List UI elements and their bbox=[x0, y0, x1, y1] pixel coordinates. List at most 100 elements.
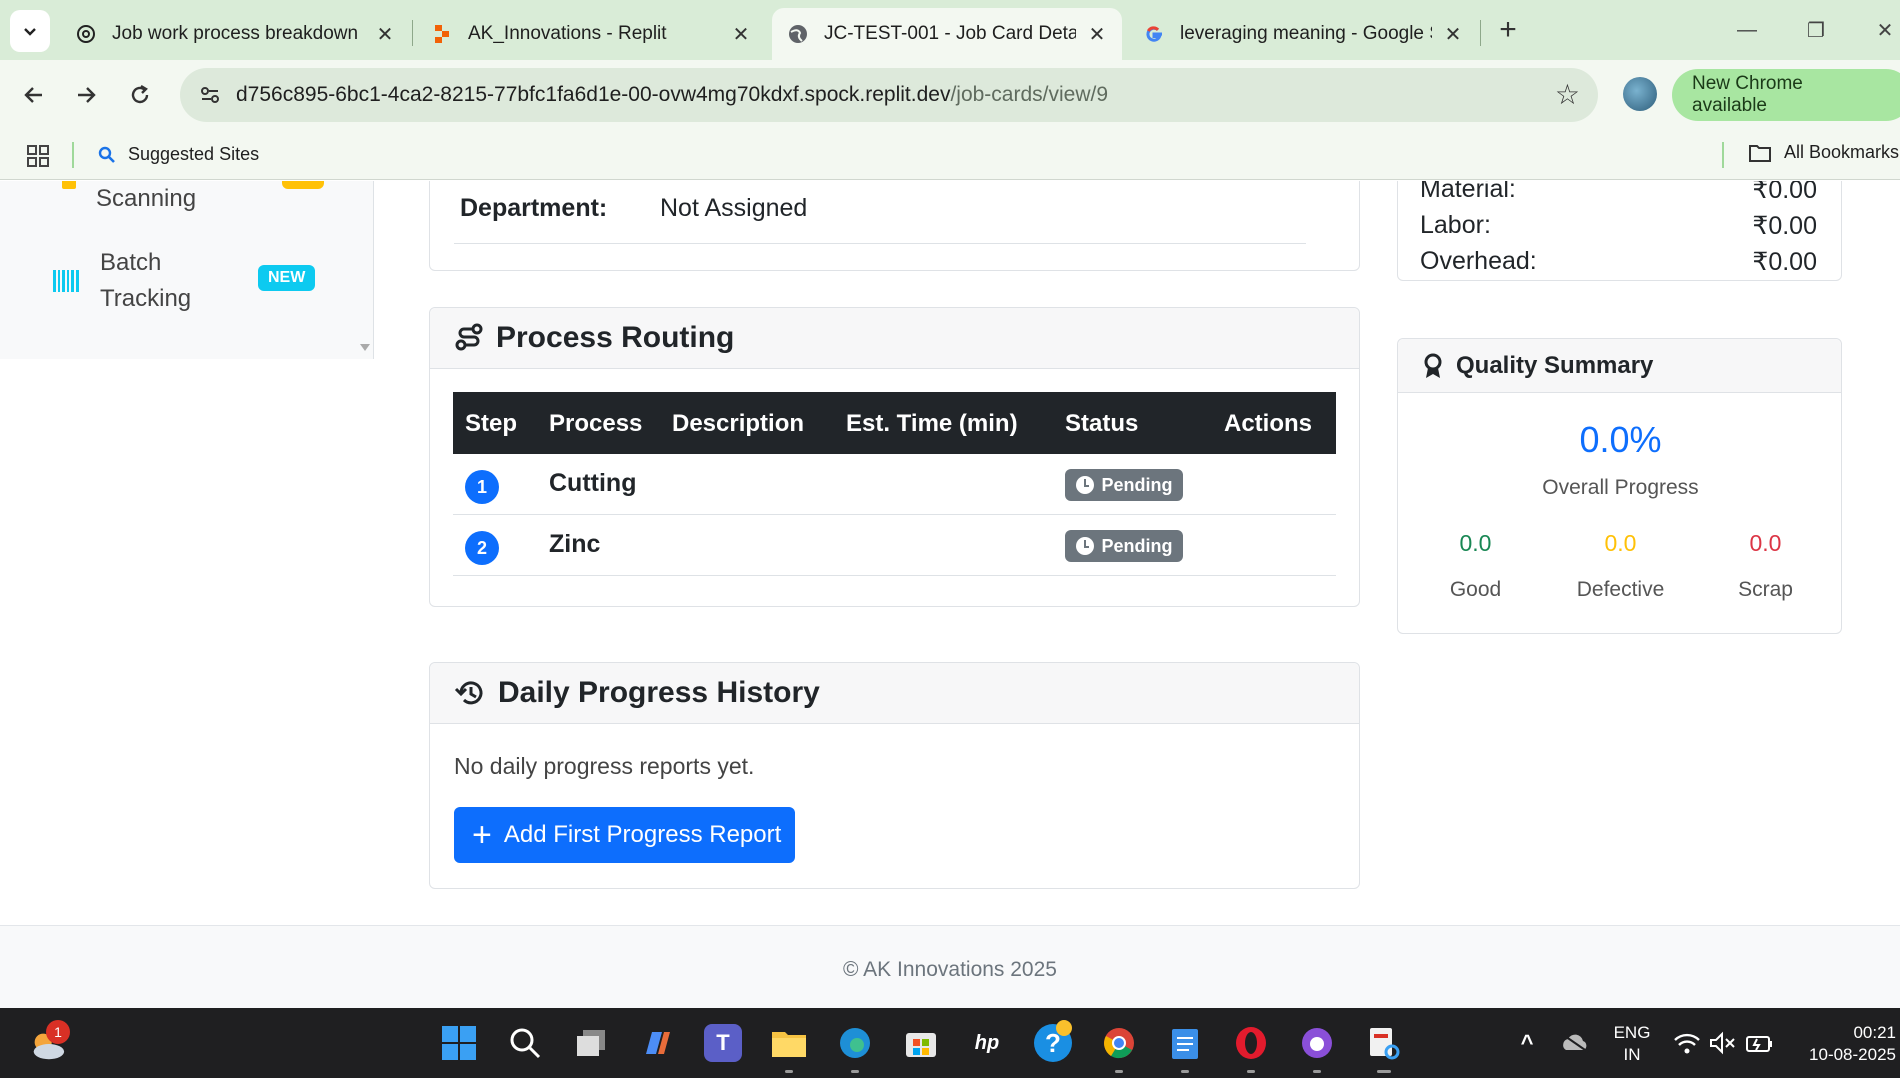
replit-icon bbox=[430, 22, 454, 46]
tab-job-work[interactable]: Job work process breakdown ✕ bbox=[60, 8, 410, 60]
wifi-icon[interactable] bbox=[1668, 1024, 1706, 1062]
snipping-tool-icon[interactable] bbox=[1364, 1024, 1402, 1062]
hp-icon[interactable]: hp bbox=[968, 1024, 1006, 1062]
bookmark-label: All Bookmarks bbox=[1784, 142, 1900, 162]
status-text: Pending bbox=[1101, 535, 1173, 556]
tab-separator bbox=[1480, 20, 1481, 46]
google-icon bbox=[1142, 22, 1166, 46]
good-label: Good bbox=[1449, 578, 1502, 601]
running-indicator bbox=[1313, 1070, 1321, 1073]
sidebar-item-label: Tracking bbox=[100, 285, 192, 312]
region-code: IN bbox=[1623, 1045, 1641, 1064]
scanning-icon bbox=[62, 181, 76, 189]
sidebar-item-label: Batch bbox=[100, 249, 162, 276]
bookmarks-bar: Suggested Sites All Bookmarks bbox=[0, 130, 1900, 180]
clock[interactable]: 00:21 10-08-2025 bbox=[1786, 1022, 1896, 1066]
address-bar[interactable]: d756c895-6bc1-4ca2-8215-77bfc1fa6d1e-00-… bbox=[180, 68, 1598, 122]
edge-icon[interactable] bbox=[836, 1024, 874, 1062]
update-label: New Chrome available bbox=[1692, 73, 1803, 116]
onedrive-icon[interactable] bbox=[1556, 1024, 1594, 1062]
close-window-button[interactable]: ✕ bbox=[1865, 14, 1900, 46]
store-icon[interactable] bbox=[902, 1024, 940, 1062]
chrome-icon[interactable] bbox=[1100, 1024, 1138, 1062]
card-title: Daily Progress History bbox=[498, 676, 820, 709]
minimize-button[interactable]: — bbox=[1727, 14, 1767, 46]
close-icon[interactable]: ✕ bbox=[1086, 23, 1108, 46]
task-view-icon[interactable] bbox=[572, 1024, 610, 1062]
volume-muted-icon[interactable] bbox=[1704, 1024, 1742, 1062]
award-icon bbox=[1422, 353, 1444, 379]
close-icon[interactable]: ✕ bbox=[374, 23, 396, 46]
process-name: Cutting bbox=[549, 469, 637, 497]
forward-button[interactable] bbox=[68, 77, 104, 113]
restore-button[interactable]: ❐ bbox=[1796, 14, 1836, 46]
sidebar-item-label: Scanning bbox=[96, 185, 197, 212]
file-explorer-icon[interactable] bbox=[770, 1024, 808, 1062]
new-chrome-available-button[interactable]: New Chrome available ⋮ bbox=[1672, 69, 1900, 121]
tab-replit[interactable]: AK_Innovations - Replit ✕ bbox=[416, 8, 766, 60]
windows-taskbar: 1 T hp ? ^ ENG IN 00:21 10-08-2025 bbox=[0, 1008, 1900, 1078]
department-label: Department: bbox=[460, 194, 608, 222]
card-header: Process Routing bbox=[430, 308, 1359, 369]
site-info-icon[interactable] bbox=[194, 79, 226, 111]
route-icon bbox=[454, 323, 484, 353]
running-indicator bbox=[785, 1070, 793, 1073]
card-title: Process Routing bbox=[496, 321, 735, 354]
start-windows-icon[interactable] bbox=[440, 1024, 478, 1062]
more-menu-icon[interactable]: ⋮ bbox=[1893, 84, 1900, 107]
all-bookmarks-button[interactable]: All Bookmarks bbox=[1748, 142, 1899, 163]
clock-icon bbox=[1075, 476, 1094, 494]
sidebar-scroll-down-icon[interactable] bbox=[360, 344, 370, 351]
tab-title: JC-TEST-001 - Job Card Details bbox=[824, 23, 1076, 44]
job-details-card: Department: Not Assigned bbox=[429, 181, 1360, 271]
url-host: d756c895-6bc1-4ca2-8215-77bfc1fa6d1e-00-… bbox=[236, 83, 951, 106]
column-header: Est. Time (min) bbox=[846, 410, 1018, 437]
close-icon[interactable]: ✕ bbox=[730, 23, 752, 46]
opera-icon[interactable] bbox=[1232, 1024, 1270, 1062]
reload-icon bbox=[131, 84, 149, 104]
apps-grid-icon[interactable] bbox=[26, 144, 50, 168]
url-path: /job-cards/view/9 bbox=[950, 83, 1109, 106]
bookmark-suggested-sites[interactable]: Suggested Sites bbox=[98, 144, 259, 165]
search-icon[interactable] bbox=[506, 1024, 544, 1062]
empty-state-text: No daily progress reports yet. bbox=[454, 753, 755, 779]
battery-icon[interactable] bbox=[1740, 1024, 1778, 1062]
new-tab-button[interactable]: + bbox=[1492, 13, 1524, 46]
arrow-left-icon bbox=[24, 87, 42, 103]
overall-progress-value: 0.0% bbox=[1579, 419, 1662, 460]
teams-icon[interactable]: T bbox=[704, 1024, 742, 1062]
reload-button[interactable] bbox=[122, 77, 158, 113]
url-text[interactable]: d756c895-6bc1-4ca2-8215-77bfc1fa6d1e-00-… bbox=[236, 83, 1108, 107]
page-viewport: Scanning Batch Tracking NEW Department: … bbox=[0, 181, 1900, 1008]
folder-icon bbox=[1749, 144, 1771, 162]
card-header: Quality Summary bbox=[1398, 339, 1841, 393]
new-badge: NEW bbox=[258, 265, 316, 291]
tab-job-card-details[interactable]: JC-TEST-001 - Job Card Details ✕ bbox=[772, 8, 1122, 60]
github-desktop-icon[interactable] bbox=[1298, 1024, 1336, 1062]
department-value: Not Assigned bbox=[660, 194, 808, 222]
close-icon[interactable]: ✕ bbox=[1442, 23, 1464, 46]
scrap-label: Scrap bbox=[1738, 578, 1793, 601]
avatar[interactable] bbox=[1623, 77, 1657, 111]
add-first-progress-report-button[interactable]: + Add First Progress Report bbox=[454, 807, 795, 863]
tab-search-button[interactable] bbox=[10, 10, 50, 52]
sidebar-item-scanning[interactable]: Scanning bbox=[96, 181, 196, 217]
routing-table-header: Step Process Description Est. Time (min)… bbox=[453, 392, 1336, 454]
bookmark-star-icon[interactable]: ☆ bbox=[1555, 78, 1580, 111]
card-title: Quality Summary bbox=[1456, 351, 1654, 379]
notepad-icon[interactable] bbox=[1166, 1024, 1204, 1062]
running-indicator bbox=[1115, 1070, 1123, 1073]
chevron-up-icon[interactable]: ^ bbox=[1508, 1024, 1546, 1062]
back-button[interactable] bbox=[16, 77, 52, 113]
sidebar-item-batch-tracking[interactable]: Batch Tracking bbox=[100, 245, 191, 317]
tab-strip: Job work process breakdown ✕ AK_Innovati… bbox=[0, 0, 1900, 60]
clock-icon bbox=[1075, 537, 1094, 555]
globe-icon bbox=[786, 22, 810, 46]
history-icon bbox=[454, 678, 486, 708]
table-row: 1 Cutting Pending bbox=[453, 454, 1336, 515]
input-language[interactable]: ENG IN bbox=[1608, 1022, 1656, 1066]
good-value: 0.0 bbox=[1459, 530, 1492, 556]
copilot-icon[interactable] bbox=[638, 1024, 676, 1062]
help-notification-dot bbox=[1056, 1020, 1072, 1036]
tab-google-search[interactable]: leveraging meaning - Google Se ✕ bbox=[1128, 8, 1478, 60]
